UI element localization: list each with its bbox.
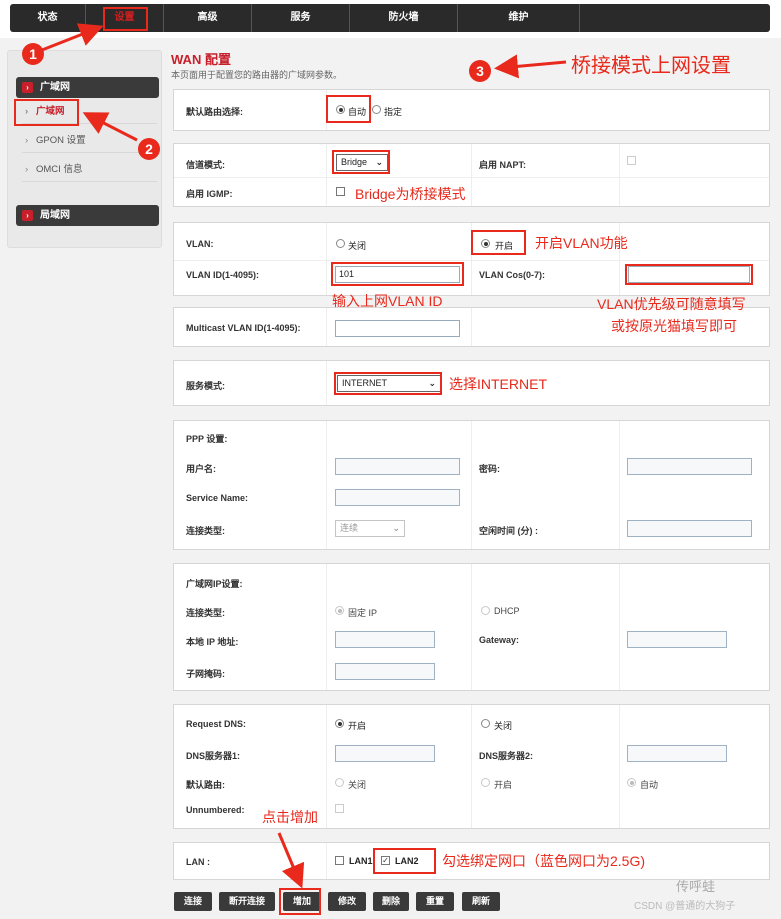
annotation-arrows bbox=[41, 23, 567, 889]
arrow-1 bbox=[41, 23, 104, 52]
watermark-csdn: CSDN @普通的大狗子 bbox=[634, 901, 736, 912]
arrow-2 bbox=[82, 112, 138, 142]
arrow-3 bbox=[494, 54, 567, 79]
arrow-4 bbox=[277, 832, 305, 889]
watermark-wechat: 传呼蛙 bbox=[676, 879, 716, 894]
